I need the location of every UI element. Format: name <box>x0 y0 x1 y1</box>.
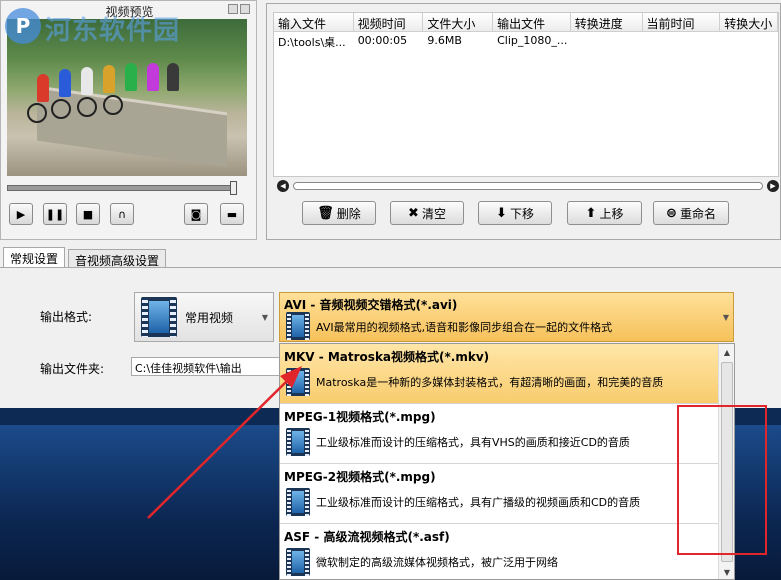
red-annotation-arrow <box>147 366 302 519</box>
